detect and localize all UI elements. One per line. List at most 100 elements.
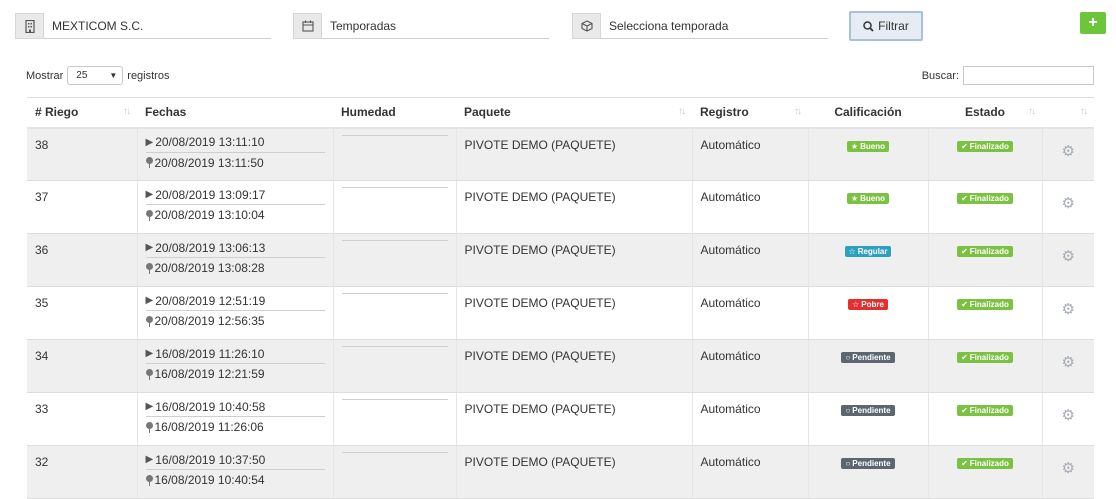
star-icon: ☆ — [848, 247, 856, 256]
humedad-cell — [333, 445, 457, 499]
gear-icon[interactable]: ⚙ — [1051, 459, 1087, 477]
sort-icon: ↑↓ — [794, 106, 802, 117]
column-header-fechas[interactable]: Fechas — [137, 97, 333, 129]
table-row[interactable]: 34 ▶ 16/08/2019 11:26:10 16/08/2019 12:21:5… — [27, 339, 1094, 393]
calificacion-cell: ★ Bueno — [808, 180, 929, 234]
column-header-paquete[interactable]: Paquete ↑↓ — [456, 97, 692, 129]
calificacion-cell: ☆ Regular — [808, 233, 929, 287]
start-date: 20/08/2019 13:09:17 — [155, 187, 266, 202]
registro-cell: Automático — [692, 233, 809, 287]
start-date: 16/08/2019 10:40:58 — [155, 399, 266, 414]
column-header-humedad[interactable]: Humedad — [333, 97, 456, 129]
column-header-riego[interactable]: # Riego ↑↓ — [27, 97, 137, 129]
client-filter[interactable]: MEXTICOM S.C. — [15, 13, 271, 39]
check-icon: ✔ — [961, 406, 968, 415]
filter-button[interactable]: Filtrar — [849, 11, 923, 41]
riego-id: 32 — [27, 445, 138, 499]
registro-cell: Automático — [692, 286, 809, 340]
table-row[interactable]: 36 ▶ 20/08/2019 13:06:13 20/08/2019 13:08:2… — [27, 233, 1094, 287]
gear-icon[interactable]: ⚙ — [1051, 142, 1087, 160]
actions-cell: ⚙ — [1042, 445, 1094, 499]
paquete-cell: PIVOTE DEMO (PAQUETE) — [456, 233, 693, 287]
actions-cell: ⚙ — [1042, 392, 1094, 446]
building-icon — [15, 13, 44, 39]
caret-down-icon: ▼ — [109, 71, 118, 80]
start-date: 16/08/2019 10:37:50 — [155, 452, 266, 467]
calificacion-cell: ○ Pendiente — [808, 445, 929, 499]
paquete-cell: PIVOTE DEMO (PAQUETE) — [456, 445, 693, 499]
play-icon: ▶ — [145, 454, 154, 465]
end-date: 20/08/2019 13:11:50 — [154, 155, 264, 170]
star-icon: ★ — [850, 141, 859, 151]
calificacion-badge: ★ Bueno — [846, 140, 890, 152]
check-icon: ✔ — [961, 300, 968, 309]
registro-cell: Automático — [692, 127, 809, 181]
add-button[interactable]: + — [1080, 12, 1106, 34]
sort-icon: ↑↓ — [678, 106, 686, 117]
table-row[interactable]: 32 ▶ 16/08/2019 10:37:50 16/08/2019 10:40:5… — [27, 445, 1094, 499]
humedad-cell — [333, 392, 457, 446]
search-icon — [863, 20, 874, 32]
circle-icon: ○ — [845, 406, 851, 415]
table-row[interactable]: 33 ▶ 16/08/2019 10:40:58 16/08/2019 11:26:0… — [27, 392, 1094, 446]
map-pin-icon — [145, 209, 153, 221]
start-date: 16/08/2019 11:26:10 — [155, 346, 265, 361]
client-field[interactable]: MEXTICOM S.C. — [44, 13, 271, 39]
humedad-cell — [333, 127, 457, 181]
calificacion-cell: ○ Pendiente — [808, 339, 929, 393]
check-icon: ✔ — [961, 194, 968, 203]
season-select-filter[interactable]: Selecciona temporada — [572, 13, 828, 39]
actions-cell: ⚙ — [1042, 180, 1094, 234]
calificacion-cell: ☆ Pobre — [808, 286, 929, 340]
map-pin-icon — [145, 157, 153, 168]
gear-icon[interactable]: ⚙ — [1051, 353, 1087, 371]
end-date: 16/08/2019 12:21:59 — [154, 367, 265, 381]
calificacion-badge: ○ Pendiente — [841, 458, 895, 469]
gear-icon[interactable]: ⚙ — [1051, 406, 1087, 424]
humedad-divider — [341, 452, 448, 453]
check-icon: ✔ — [961, 141, 968, 151]
paquete-cell: PIVOTE DEMO (PAQUETE) — [456, 127, 693, 181]
estado-cell: ✔ Finalizado — [928, 233, 1043, 287]
calificacion-badge: ☆ Regular — [844, 246, 892, 257]
humedad-cell — [333, 339, 457, 393]
page-length-control: Mostrar 25 ▼ registros — [26, 66, 169, 85]
end-date: 20/08/2019 13:08:28 — [154, 261, 265, 275]
table-row[interactable]: 35 ▶ 20/08/2019 12:51:19 20/08/2019 12:56:3… — [27, 286, 1094, 340]
estado-badge: ✔ Finalizado — [957, 246, 1013, 257]
table-row[interactable]: 37 ▶ 20/08/2019 13:09:17 20/08/2019 13:10:0… — [27, 180, 1094, 234]
map-pin-icon — [145, 368, 153, 380]
play-icon: ▶ — [145, 189, 154, 200]
check-icon: ✔ — [961, 247, 968, 256]
map-pin-icon — [145, 474, 153, 486]
gear-icon[interactable]: ⚙ — [1051, 194, 1087, 212]
season-field[interactable]: Temporadas — [322, 13, 549, 39]
riego-id: 34 — [27, 339, 138, 393]
page-length-select[interactable]: 25 ▼ — [67, 66, 124, 85]
circle-icon: ○ — [845, 353, 851, 362]
search-input[interactable] — [963, 66, 1094, 85]
paquete-cell: PIVOTE DEMO (PAQUETE) — [456, 392, 693, 446]
gear-icon[interactable]: ⚙ — [1051, 247, 1087, 265]
actions-cell: ⚙ — [1042, 339, 1094, 393]
season-label-filter[interactable]: Temporadas — [293, 13, 549, 39]
filter-button-label: Filtrar — [878, 19, 909, 33]
column-header-calificacion[interactable]: Calificación — [808, 97, 928, 129]
fechas-cell: ▶ 20/08/2019 12:51:19 20/08/2019 12:56:35 — [137, 286, 334, 340]
humedad-cell — [333, 180, 457, 234]
estado-badge: ✔ Finalizado — [957, 405, 1013, 416]
map-pin-icon — [145, 421, 153, 433]
sort-icon: ↑↓ — [1080, 106, 1088, 117]
registro-cell: Automático — [692, 392, 809, 446]
table-row[interactable]: 38 ▶ 20/08/2019 13:11:10 20/08/2019 13:11:5… — [27, 127, 1094, 181]
gear-icon[interactable]: ⚙ — [1051, 300, 1087, 318]
actions-cell: ⚙ — [1042, 233, 1094, 287]
riego-id: 36 — [27, 233, 138, 287]
column-header-estado[interactable]: Estado ↑↓ — [928, 97, 1042, 129]
map-pin-icon — [145, 262, 153, 274]
calendar-icon — [293, 13, 322, 39]
column-header-actions[interactable]: ↑↓ — [1042, 97, 1094, 129]
season-select-field[interactable]: Selecciona temporada — [601, 13, 828, 39]
cube-icon — [572, 13, 601, 39]
column-header-registro[interactable]: Registro ↑↓ — [692, 97, 808, 129]
